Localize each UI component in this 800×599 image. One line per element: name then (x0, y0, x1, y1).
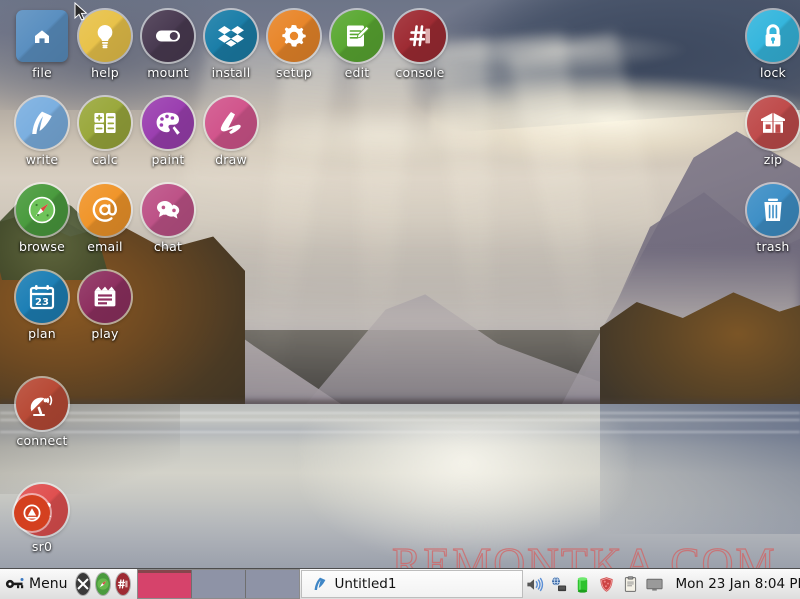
eject-disc-icon (14, 495, 50, 531)
lake-shadow (600, 404, 800, 534)
palette-icon (142, 97, 194, 149)
desktop-icon-label: mount (147, 65, 189, 80)
key-icon (5, 578, 24, 589)
workspace-2[interactable] (192, 570, 247, 598)
calculator-icon (79, 97, 131, 149)
desktop-icon-plan[interactable]: 23 plan (6, 271, 78, 341)
archive-box-icon (747, 97, 799, 149)
desktop-icon-label: email (87, 239, 123, 254)
desktop-icon-label: edit (344, 65, 370, 80)
desktop-icon-calc[interactable]: calc (69, 97, 141, 167)
shield-security-icon[interactable] (595, 573, 617, 595)
media-player-icon (79, 271, 131, 323)
desktop-icon-install[interactable]: install (195, 10, 267, 80)
compass-glyph-icon (97, 578, 110, 590)
svg-text:23: 23 (35, 297, 49, 308)
desktop-icon-browse[interactable]: browse (6, 184, 78, 254)
desktop-icon-label: trash (756, 239, 790, 254)
desktop-icon-label: console (395, 65, 445, 80)
desktop-icon-edit[interactable]: edit (321, 10, 393, 80)
toggle-switch-icon (142, 10, 194, 62)
clipboard-icon[interactable] (619, 573, 641, 595)
padlock-icon (747, 10, 799, 62)
display-icon[interactable] (643, 573, 665, 595)
compass-icon (16, 184, 68, 236)
desktop-icon-draw[interactable]: draw (195, 97, 267, 167)
desktop-icon-label: paint (151, 152, 185, 167)
desktop-icon-label: play (91, 326, 119, 341)
workspace-switcher[interactable] (137, 569, 301, 599)
desktop-icon-mount[interactable]: mount (132, 10, 204, 80)
desktop-icon-play[interactable]: play (69, 271, 141, 341)
lightbulb-icon (79, 10, 131, 62)
desktop-icon-sr0[interactable]: sr0 (6, 484, 78, 554)
clock[interactable]: Mon 23 Jan 8:04 PM (667, 576, 800, 592)
desktop-icon-chat[interactable]: chat (132, 184, 204, 254)
compass-launcher-icon[interactable] (96, 573, 111, 595)
desktop-icon-email[interactable]: email (69, 184, 141, 254)
x-glyph-icon (78, 578, 89, 590)
desktop-icon-label: calc (92, 152, 118, 167)
notepad-pencil-icon (331, 10, 383, 62)
desktop-icon-label: connect (16, 433, 68, 448)
desktop-icon-paint[interactable]: paint (132, 97, 204, 167)
inkscape-icon (205, 97, 257, 149)
hash-glyph-icon (118, 579, 129, 589)
desktop[interactable]: REMONTKA.COM filehelpmountinstallsetuped… (0, 0, 800, 599)
abiword-icon (315, 577, 326, 590)
network-icon[interactable] (547, 573, 569, 595)
desktop-icon-label: help (91, 65, 119, 80)
gear-icon (268, 10, 320, 62)
window-task-list[interactable]: Untitled1 (301, 570, 524, 598)
desktop-icon-label: browse (18, 239, 66, 254)
hash-terminal-icon (394, 10, 446, 62)
battery-icon[interactable] (571, 573, 593, 595)
desktop-icon-label: install (211, 65, 251, 80)
at-sign-icon (79, 184, 131, 236)
start-menu-label: Menu (29, 576, 68, 592)
calendar-23-icon: 23 (16, 271, 68, 323)
desktop-icon-label: file (32, 65, 52, 80)
satellite-dish-icon (16, 378, 68, 430)
speech-bubbles-icon (142, 184, 194, 236)
workspace-3[interactable] (246, 570, 300, 598)
taskbar[interactable]: Menu Untitled1 Mon 23 Jan 8:04 PM (0, 568, 800, 599)
abiword-a-icon (16, 97, 68, 149)
desktop-icon-zip[interactable]: zip (737, 97, 800, 167)
desktop-icon-setup[interactable]: setup (258, 10, 330, 80)
sun-glare (300, 420, 630, 560)
ripple (0, 412, 800, 414)
desktop-icon-lock[interactable]: lock (737, 10, 800, 80)
desktop-icon-label: zip (763, 152, 783, 167)
desktop-icon-trash[interactable]: trash (737, 184, 800, 254)
x-launcher-icon[interactable] (76, 573, 91, 595)
desktop-icon-help[interactable]: help (69, 10, 141, 80)
task-button-label: Untitled1 (334, 576, 397, 592)
package-box-icon (205, 10, 257, 62)
desktop-icon-label: sr0 (31, 539, 53, 554)
desktop-icon-label: setup (276, 65, 312, 80)
home-folder-icon (16, 10, 68, 62)
desktop-icon-label: chat (153, 239, 183, 254)
desktop-icon-label: plan (28, 326, 56, 341)
console-launcher-icon[interactable] (116, 573, 131, 595)
trash-can-icon (747, 184, 799, 236)
volume-icon[interactable] (523, 573, 545, 595)
desktop-icon-file[interactable]: file (6, 10, 78, 80)
workspace-1[interactable] (138, 570, 193, 598)
system-tray[interactable] (523, 570, 667, 598)
desktop-icon-label: write (25, 152, 59, 167)
desktop-icon-write[interactable]: write (6, 97, 78, 167)
task-button-untitled1[interactable]: Untitled1 (301, 570, 524, 598)
start-menu-button[interactable]: Menu (0, 570, 73, 598)
desktop-icon-connect[interactable]: connect (6, 378, 78, 448)
desktop-icon-console[interactable]: console (384, 10, 456, 80)
desktop-icon-label: draw (215, 152, 247, 167)
desktop-icon-label: lock (759, 65, 787, 80)
